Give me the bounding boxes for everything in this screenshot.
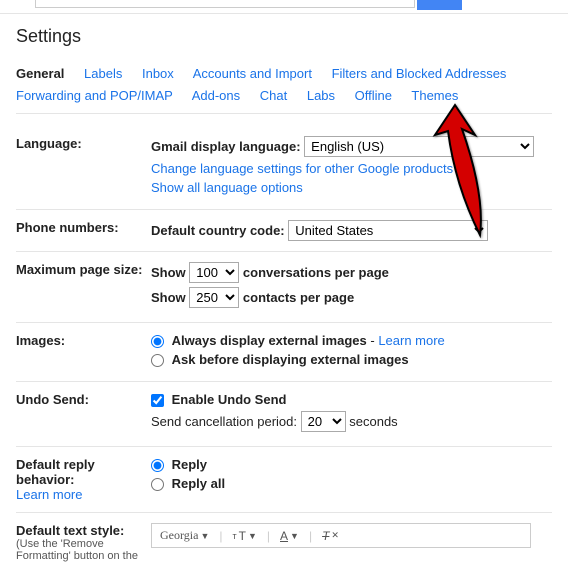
tab-inbox[interactable]: Inbox xyxy=(142,66,174,81)
page-size-label: Maximum page size: xyxy=(16,262,151,312)
phone-label: Phone numbers: xyxy=(16,220,151,241)
settings-tabs: General Labels Inbox Accounts and Import… xyxy=(16,63,552,114)
reply-all-radio[interactable] xyxy=(151,478,164,491)
section-phone: Phone numbers: Default country code: Uni… xyxy=(16,210,552,252)
cancellation-select[interactable]: 20 xyxy=(301,411,346,432)
display-language-label: Gmail display language: xyxy=(151,139,301,154)
font-family-select[interactable]: Georgia ▼ xyxy=(160,528,209,543)
country-code-select[interactable]: United States xyxy=(288,220,488,241)
images-always-radio[interactable] xyxy=(151,335,164,348)
top-bar xyxy=(0,0,568,14)
font-size-select[interactable]: тT ▼ xyxy=(232,529,256,543)
show-all-languages-link[interactable]: Show all language options xyxy=(151,180,303,195)
tab-forwarding[interactable]: Forwarding and POP/IMAP xyxy=(16,88,173,103)
section-undo: Undo Send: Enable Undo Send Send cancell… xyxy=(16,382,552,447)
section-reply: Default reply behavior: Learn more Reply… xyxy=(16,447,552,513)
reply-opt1: Reply xyxy=(172,457,207,472)
seconds-text: seconds xyxy=(349,414,397,429)
search-button[interactable] xyxy=(417,0,462,10)
caret-icon: ▼ xyxy=(248,531,257,541)
caret-icon: ▼ xyxy=(200,531,209,541)
reply-opt2: Reply all xyxy=(172,476,225,491)
reply-learn-more[interactable]: Learn more xyxy=(16,487,151,502)
conv-suffix: conversations per page xyxy=(243,265,389,280)
reply-label: Default reply behavior: Learn more xyxy=(16,457,151,502)
images-opt2: Ask before displaying external images xyxy=(172,352,409,367)
undo-enable-checkbox[interactable] xyxy=(151,394,164,407)
show-text-2: Show xyxy=(151,290,186,305)
language-label: Language: xyxy=(16,136,151,199)
language-select[interactable]: English (US) xyxy=(304,136,534,157)
text-color-select[interactable]: A ▼ xyxy=(280,529,299,543)
undo-enable-text: Enable Undo Send xyxy=(172,392,287,407)
reply-label-text: Default reply behavior: xyxy=(16,457,95,487)
images-label: Images: xyxy=(16,333,151,371)
cancellation-label: Send cancellation period: xyxy=(151,414,297,429)
section-text-style: Default text style: (Use the 'Remove For… xyxy=(16,513,552,572)
separator: | xyxy=(219,529,222,543)
separator: | xyxy=(267,529,270,543)
tab-accounts[interactable]: Accounts and Import xyxy=(193,66,312,81)
images-ask-radio[interactable] xyxy=(151,354,164,367)
text-style-label-text: Default text style: xyxy=(16,523,124,538)
images-learn-more[interactable]: Learn more xyxy=(378,333,444,348)
tab-labels[interactable]: Labels xyxy=(84,66,122,81)
caret-icon: ▼ xyxy=(290,531,299,541)
tab-offline[interactable]: Offline xyxy=(355,88,392,103)
separator: | xyxy=(309,529,312,543)
tab-themes[interactable]: Themes xyxy=(411,88,458,103)
remove-formatting-button[interactable]: T✕ xyxy=(322,529,339,543)
text-style-sub: (Use the 'Remove Formatting' button on t… xyxy=(16,538,151,562)
change-language-link[interactable]: Change language settings for other Googl… xyxy=(151,161,453,176)
tab-labs[interactable]: Labs xyxy=(307,88,335,103)
tab-general[interactable]: General xyxy=(16,66,64,81)
tab-filters[interactable]: Filters and Blocked Addresses xyxy=(332,66,507,81)
undo-label: Undo Send: xyxy=(16,392,151,436)
tab-chat[interactable]: Chat xyxy=(260,88,287,103)
country-code-label: Default country code: xyxy=(151,223,285,238)
section-page-size: Maximum page size: Show 100 conversation… xyxy=(16,252,552,323)
show-text-1: Show xyxy=(151,265,186,280)
section-language: Language: Gmail display language: Englis… xyxy=(16,126,552,210)
page-title: Settings xyxy=(16,26,552,47)
contacts-select[interactable]: 250 xyxy=(189,287,239,308)
text-style-toolbar: Georgia ▼ | тT ▼ | A ▼ | T✕ xyxy=(151,523,531,548)
text-style-label: Default text style: (Use the 'Remove For… xyxy=(16,523,151,562)
images-opt1: Always display external images xyxy=(172,333,367,348)
search-input[interactable] xyxy=(35,0,415,8)
section-images: Images: Always display external images -… xyxy=(16,323,552,382)
reply-radio[interactable] xyxy=(151,459,164,472)
conversations-select[interactable]: 100 xyxy=(189,262,239,283)
contacts-suffix: contacts per page xyxy=(243,290,354,305)
tab-addons[interactable]: Add-ons xyxy=(192,88,240,103)
